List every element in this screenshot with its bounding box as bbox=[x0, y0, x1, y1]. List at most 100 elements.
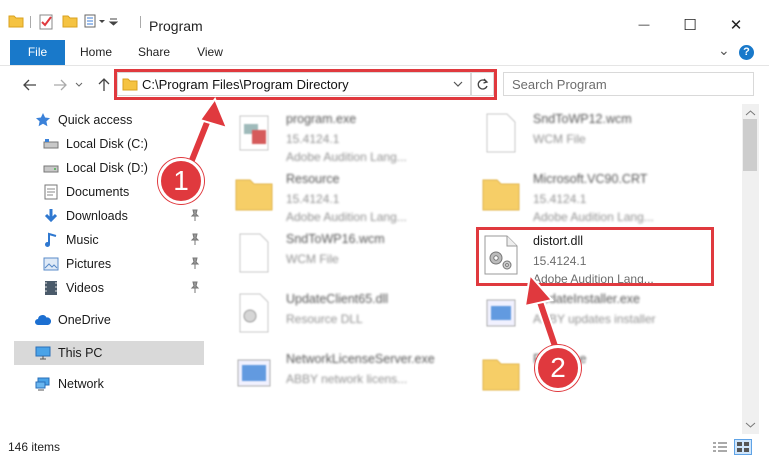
folder-icon bbox=[234, 172, 274, 214]
list-item[interactable]: program.exe 15.4124.1 Adobe Audition Lan… bbox=[234, 108, 474, 164]
search-box[interactable]: Search Program bbox=[503, 72, 754, 96]
step-1-badge: 1 bbox=[158, 158, 204, 204]
folder-icon bbox=[481, 172, 521, 214]
address-bar-highlight bbox=[114, 69, 497, 100]
download-icon bbox=[42, 208, 60, 224]
file-version: 15.4124.1 bbox=[286, 192, 340, 206]
documents-icon bbox=[42, 184, 60, 200]
scroll-down-icon bbox=[745, 422, 756, 428]
sidebar-item-label: Pictures bbox=[66, 257, 112, 271]
list-item[interactable]: SndToWP16.wcm WCM File bbox=[234, 228, 474, 282]
minimize-button[interactable]: — bbox=[621, 10, 667, 40]
arrow-right-icon bbox=[54, 79, 67, 91]
file-name: Resource bbox=[286, 172, 340, 186]
separator-icon bbox=[30, 16, 31, 28]
file-version: 15.4124.1 bbox=[286, 132, 340, 146]
search-input[interactable]: Search Program bbox=[512, 77, 607, 92]
sidebar-item-label: Quick access bbox=[58, 113, 133, 127]
sidebar-item-label: Local Disk (C:) bbox=[66, 137, 148, 151]
sidebar-item-local-disk-c[interactable]: Local Disk (C:) bbox=[42, 133, 232, 155]
computer-icon bbox=[34, 345, 52, 361]
minimize-icon: — bbox=[638, 19, 650, 31]
file-name: SndToWP16.wcm bbox=[286, 232, 385, 246]
recent-locations-button[interactable] bbox=[72, 75, 86, 95]
sidebar-item-label: Videos bbox=[66, 281, 104, 295]
network-icon bbox=[34, 376, 52, 392]
file-version: WCM File bbox=[286, 252, 339, 266]
file-name: UpdateClient65.dll bbox=[286, 292, 389, 306]
star-icon bbox=[34, 112, 52, 128]
list-item[interactable]: NetworkLicenseServer.exe ABBY network li… bbox=[234, 348, 474, 402]
list-item[interactable]: Microsoft.VC90.CRT 15.4124.1 Adobe Audit… bbox=[481, 168, 721, 224]
pin-icon[interactable] bbox=[190, 209, 200, 221]
step-2-badge: 2 bbox=[535, 345, 581, 391]
list-item[interactable]: SndToWP12.wcm WCM File bbox=[481, 108, 721, 162]
details-view-icon[interactable] bbox=[712, 441, 728, 455]
file-description: Adobe Audition Lang... bbox=[533, 210, 654, 224]
list-item[interactable]: Resource 15.4124.1 Adobe Audition Lang..… bbox=[234, 168, 474, 224]
sidebar-item-label: OneDrive bbox=[58, 313, 111, 327]
file-description: Adobe Audition Lang... bbox=[286, 210, 407, 224]
cloud-icon bbox=[34, 312, 52, 328]
tab-file[interactable]: File bbox=[10, 40, 65, 65]
sidebar-item-label: This PC bbox=[58, 346, 103, 360]
sidebar-item-label: Music bbox=[66, 233, 99, 247]
close-button[interactable]: ✕ bbox=[713, 10, 759, 40]
scroll-up-icon bbox=[745, 110, 756, 116]
forward-button[interactable] bbox=[50, 75, 70, 95]
status-bar: 146 items bbox=[0, 434, 769, 470]
drive-icon bbox=[42, 136, 60, 152]
file-version: ABBY network licens... bbox=[286, 372, 408, 386]
sidebar-item-network[interactable]: Network bbox=[34, 373, 224, 395]
file-name: NetworkLicenseServer.exe bbox=[286, 352, 435, 366]
up-button[interactable] bbox=[94, 75, 114, 95]
file-name: SndToWP12.wcm bbox=[533, 112, 632, 126]
back-button[interactable] bbox=[20, 75, 40, 95]
pin-icon[interactable] bbox=[190, 233, 200, 245]
sidebar-item-pictures[interactable]: Pictures bbox=[42, 253, 232, 275]
drive-icon bbox=[42, 160, 60, 176]
tab-share[interactable]: Share bbox=[130, 40, 178, 65]
video-icon bbox=[42, 280, 60, 296]
large-icons-view-icon[interactable] bbox=[734, 439, 752, 455]
properties-icon[interactable] bbox=[38, 14, 54, 30]
navigation-pane: Quick access Local Disk (C:) Local Disk … bbox=[0, 104, 214, 434]
sidebar-item-label: Local Disk (D:) bbox=[66, 161, 148, 175]
close-icon: ✕ bbox=[729, 17, 743, 34]
item-count: 146 items bbox=[8, 440, 61, 454]
list-item[interactable]: UpdateInstaller.exe ABBY updates install… bbox=[481, 288, 721, 342]
sidebar-item-this-pc[interactable]: This PC bbox=[34, 342, 224, 364]
sidebar-item-quick-access[interactable]: Quick access bbox=[34, 109, 224, 131]
file-icon bbox=[481, 112, 521, 154]
list-item[interactable]: UpdateClient65.dll Resource DLL bbox=[234, 288, 474, 342]
file-name: UpdateInstaller.exe bbox=[533, 292, 641, 306]
sidebar-item-onedrive[interactable]: OneDrive bbox=[34, 309, 224, 331]
tab-home[interactable]: Home bbox=[72, 40, 120, 65]
sidebar-item-downloads[interactable]: Downloads bbox=[42, 205, 232, 227]
folder-icon bbox=[8, 14, 24, 28]
window-title: Program bbox=[149, 18, 203, 34]
file-description: Adobe Audition Lang... bbox=[286, 150, 407, 164]
title-bar: Program — ☐ ✕ bbox=[0, 0, 769, 40]
tab-view[interactable]: View bbox=[186, 40, 234, 65]
pin-icon[interactable] bbox=[190, 281, 200, 293]
sidebar-item-videos[interactable]: Videos bbox=[42, 277, 232, 299]
list-item[interactable]: Resource bbox=[481, 348, 721, 402]
file-version: 15.4124.1 bbox=[533, 192, 587, 206]
customize-toolbar-icon[interactable] bbox=[84, 14, 118, 28]
sidebar-item-music[interactable]: Music bbox=[42, 229, 232, 251]
folder-icon bbox=[481, 352, 521, 394]
separator-icon bbox=[140, 16, 141, 28]
sidebar-item-label: Documents bbox=[66, 185, 130, 199]
new-folder-icon[interactable] bbox=[62, 14, 78, 28]
exe-icon bbox=[481, 292, 521, 334]
maximize-button[interactable]: ☐ bbox=[667, 10, 713, 40]
file-version: ABBY updates installer bbox=[533, 312, 656, 326]
sidebar-item-label: Downloads bbox=[66, 209, 128, 223]
ribbon-expand-icon[interactable]: ⌄ bbox=[718, 42, 730, 59]
pin-icon[interactable] bbox=[190, 257, 200, 269]
sidebar-item-label: Network bbox=[58, 377, 104, 391]
scrollbar-thumb[interactable] bbox=[743, 119, 757, 171]
arrow-left-icon bbox=[23, 79, 36, 91]
help-icon[interactable]: ? bbox=[739, 45, 754, 60]
